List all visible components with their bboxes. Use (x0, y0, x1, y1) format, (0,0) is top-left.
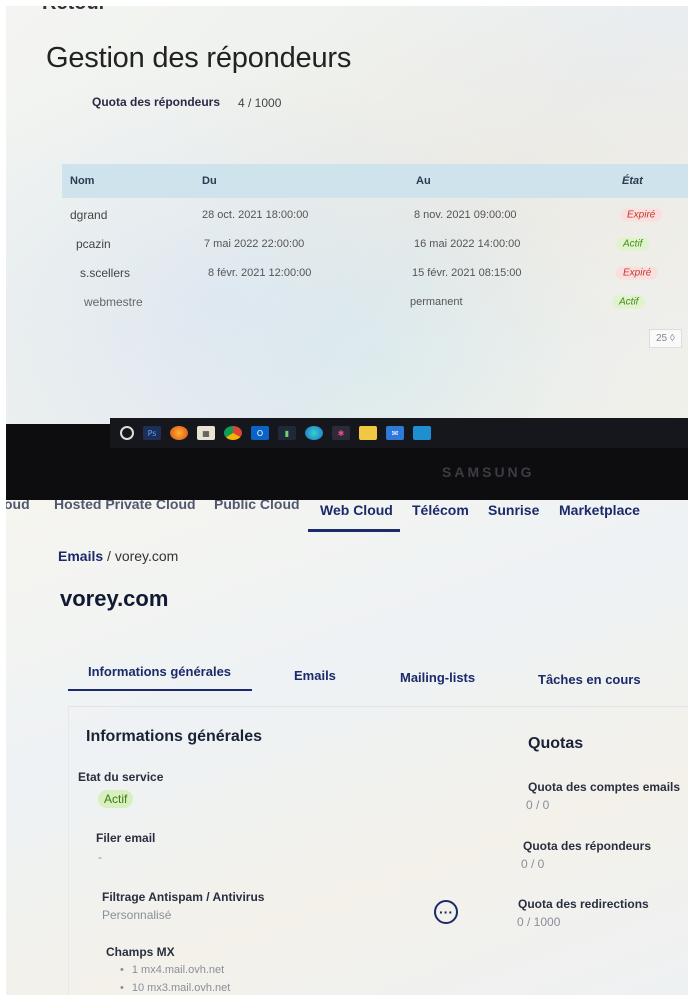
status-badge-expire: Expiré (620, 208, 663, 221)
breadcrumb: Emails / vorey.com (58, 548, 178, 564)
cell-au: 16 mai 2022 14:00:00 (414, 237, 521, 250)
mx-list-item: 10 mx3.mail.ovh.net (120, 982, 230, 994)
column-header-nom[interactable]: Nom (70, 175, 94, 187)
back-link[interactable]: Retour (42, 6, 106, 15)
outlook-icon[interactable]: O (251, 426, 269, 440)
calendar-icon[interactable]: ▦ (197, 426, 215, 440)
status-badge: Actif (98, 790, 134, 808)
file-explorer-icon[interactable] (359, 426, 377, 440)
breadcrumb-separator: / (107, 548, 111, 564)
nav-item-marketplace[interactable]: Marketplace (559, 502, 640, 518)
tab-mailing-lists[interactable]: Mailing-lists (400, 670, 475, 685)
cell-du: 28 oct. 2021 18:00:00 (202, 208, 309, 221)
nav-item-hosted-private-cloud[interactable]: Hosted Private Cloud (54, 500, 196, 512)
app-icon[interactable] (413, 426, 431, 440)
quota-responders-value: 0 / 0 (521, 857, 545, 871)
table-row[interactable]: dgrand 28 oct. 2021 18:00:00 8 nov. 2021… (62, 200, 688, 229)
nav-item-public-cloud[interactable]: Public Cloud (214, 500, 300, 512)
nav-item-sunrise[interactable]: Sunrise (488, 502, 539, 518)
cell-du: 8 févr. 2021 12:00:00 (208, 266, 312, 279)
search-circle-icon[interactable] (120, 426, 134, 440)
cell-du: 7 mai 2022 22:00:00 (204, 237, 305, 250)
cell-au: 8 nov. 2021 09:00:00 (414, 208, 517, 221)
cell-nom: s.scellers (80, 265, 131, 280)
mail-icon[interactable]: ✉ (386, 426, 404, 440)
column-header-etat[interactable]: État (622, 175, 643, 187)
quota-redirections-value: 0 / 1000 (517, 915, 561, 929)
service-state-label: Etat du service (78, 770, 164, 784)
status-badge-actif: Actif (612, 295, 646, 308)
breadcrumb-link-emails[interactable]: Emails (58, 548, 103, 564)
antispam-value: Personnalisé (102, 908, 172, 922)
general-info-title: Informations générales (86, 728, 263, 745)
task-manager-icon[interactable]: ▮ (278, 426, 296, 440)
breadcrumb-current: vorey.com (114, 548, 179, 564)
status-badge: Expiré (616, 266, 659, 279)
cell-nom: pcazin (76, 236, 111, 251)
column-header-au[interactable]: Au (416, 175, 431, 187)
table-row[interactable]: s.scellers 8 févr. 2021 12:00:00 15 févr… (62, 258, 688, 287)
monitor-screen: Retour Gestion des répondeurs Quota des … (6, 6, 688, 424)
table-header: Nom Du Au État (62, 164, 688, 198)
status-badge: Actif (616, 237, 650, 250)
status-badge-expire: Expiré (616, 266, 659, 279)
status-badge-actif: Actif (616, 237, 650, 250)
mx-fields-label: Champs MX (106, 945, 175, 959)
filer-email-label: Filer email (96, 831, 156, 845)
tab-informations-generales[interactable]: Informations générales (88, 664, 231, 679)
quota-responders-label: Quota des répondeurs (523, 839, 652, 853)
firefox-icon[interactable] (170, 426, 188, 440)
status-badge: Actif (612, 295, 646, 308)
filer-email-value: - (98, 850, 102, 864)
tab-active-indicator (68, 689, 252, 691)
mx-list-item: 1 mx4.mail.ovh.net (120, 964, 224, 976)
column-header-du[interactable]: Du (202, 175, 217, 187)
nav-active-indicator (308, 529, 400, 532)
quota-redirections-label: Quota des redirections (518, 897, 649, 911)
cell-nom: webmestre (84, 294, 143, 309)
page-title: Gestion des répondeurs (46, 42, 352, 74)
table-row[interactable]: pcazin 7 mai 2022 22:00:00 16 mai 2022 1… (62, 229, 688, 258)
quota-email-accounts-label: Quota des comptes emails (528, 780, 681, 794)
tab-taches-en-cours[interactable]: Tâches en cours (538, 672, 641, 687)
antispam-label: Filtrage Antispam / Antivirus (102, 890, 265, 904)
antispam-more-button[interactable]: ··· (434, 900, 458, 924)
quotas-title: Quotas (528, 735, 584, 752)
monitor-photo: Retour Gestion des répondeurs Quota des … (6, 6, 688, 500)
cell-au: 15 févr. 2021 08:15:00 (412, 266, 522, 279)
responders-table: Nom Du Au État dgrand 28 oct. 2021 18:00… (62, 164, 688, 316)
slack-icon[interactable]: ✱ (332, 426, 350, 440)
cell-au: permanent (410, 295, 463, 308)
table-row[interactable]: webmestre permanent Actif (62, 287, 688, 316)
nav-item-cloud[interactable]: oud (6, 500, 30, 512)
monitor-brand-logo: SAMSUNG (442, 464, 535, 480)
quota-label: Quota des répondeurs (92, 95, 221, 109)
page-size-select[interactable]: 25 ◊ (649, 329, 682, 348)
edge-icon[interactable] (305, 426, 323, 440)
status-badge: Expiré (620, 208, 663, 221)
chrome-icon[interactable] (224, 426, 242, 440)
windows-taskbar: Ps ▦ O ▮ ✱ ✉ (110, 418, 688, 448)
nav-item-telecom[interactable]: Télécom (412, 502, 469, 518)
domain-title: vorey.com (60, 586, 169, 611)
manager-photo: oud Hosted Private Cloud Public Cloud We… (6, 500, 688, 995)
quota-value: 4 / 1000 (238, 96, 282, 110)
cell-nom: dgrand (70, 207, 108, 222)
photoshop-icon[interactable]: Ps (143, 426, 161, 440)
quota-email-accounts-value: 0 / 0 (526, 798, 550, 812)
tab-emails[interactable]: Emails (294, 668, 336, 683)
nav-item-web-cloud[interactable]: Web Cloud (320, 502, 393, 518)
